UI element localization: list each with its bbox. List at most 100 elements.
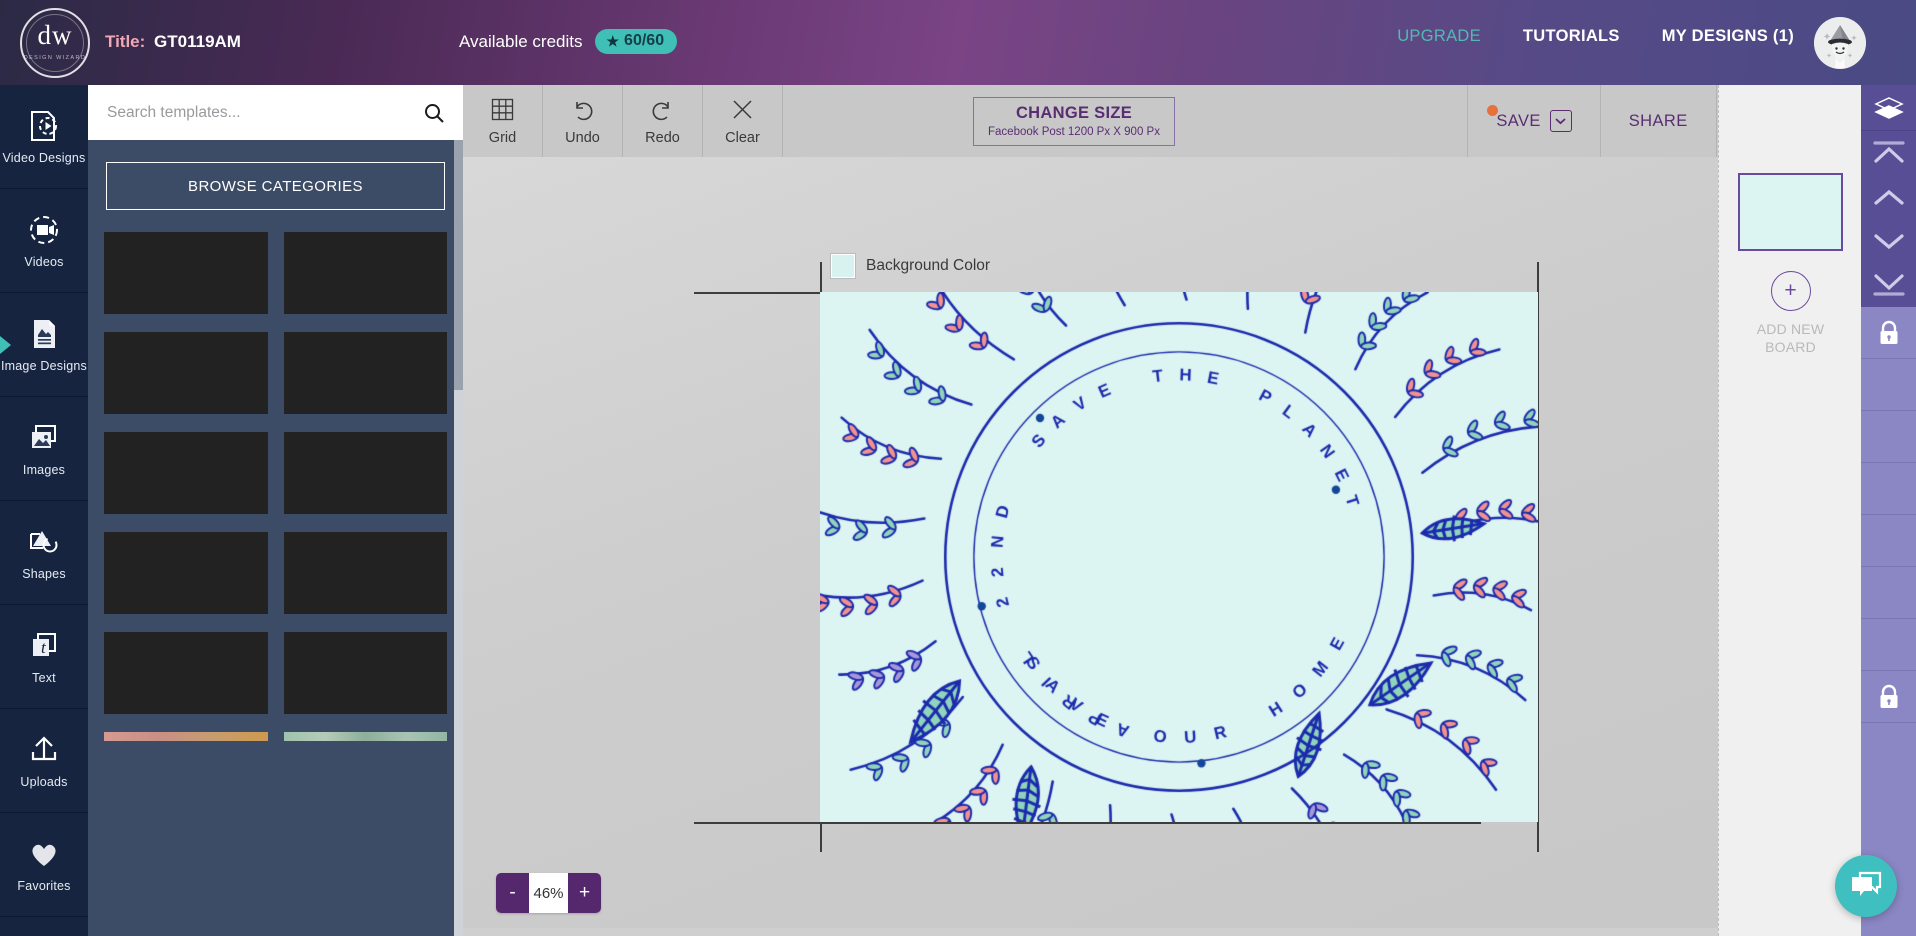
- logo-subtext: DESIGN WIZARD: [23, 55, 87, 61]
- save-button[interactable]: SAVE: [1467, 85, 1599, 157]
- sidebar-label: Shapes: [22, 567, 66, 581]
- wizard-avatar-icon[interactable]: [1814, 17, 1866, 69]
- template-card-4[interactable]: [283, 332, 447, 414]
- credits-badge[interactable]: ★ 60/60: [595, 29, 678, 54]
- title-value[interactable]: GT0119AM: [154, 32, 241, 51]
- redo-button[interactable]: Redo: [623, 85, 703, 157]
- design-canvas[interactable]: [820, 292, 1538, 822]
- right-rail-slot-4[interactable]: [1861, 515, 1916, 567]
- sidebar-item-shapes[interactable]: Shapes: [0, 501, 88, 605]
- chevron-down-icon[interactable]: [1549, 110, 1572, 132]
- template-card-7[interactable]: [104, 532, 268, 614]
- sidebar-item-image-designs[interactable]: Image Designs: [0, 293, 88, 397]
- layer-order-group: [1861, 85, 1916, 307]
- text-icon: t: [26, 628, 62, 664]
- title-label: Title:: [105, 32, 146, 51]
- canvas-toolbar: Grid Undo Redo Clear CHANGE SIZE Faceboo…: [463, 85, 1873, 157]
- star-icon: ★: [606, 32, 620, 49]
- undo-icon: [570, 97, 595, 127]
- sidebar-label: Image Designs: [1, 359, 87, 373]
- right-rail-slot-1[interactable]: [1861, 359, 1916, 411]
- background-color-control[interactable]: Background Color: [831, 254, 990, 278]
- sidebar-label: Text: [32, 671, 56, 685]
- clear-button[interactable]: Clear: [703, 85, 783, 157]
- template-card-9[interactable]: [104, 632, 268, 714]
- board-thumbnail-1[interactable]: [1738, 173, 1843, 251]
- nav-my-designs[interactable]: MY DESIGNS (1): [1662, 27, 1794, 46]
- move-down-icon[interactable]: [1861, 219, 1916, 263]
- search-icon[interactable]: [423, 102, 445, 124]
- zoom-out-button[interactable]: -: [496, 873, 529, 913]
- sidebar-label: Favorites: [17, 879, 71, 893]
- right-rail-slot-5[interactable]: [1861, 567, 1916, 619]
- nav-upgrade[interactable]: UPGRADE: [1397, 27, 1481, 46]
- right-rail-slot-3[interactable]: [1861, 463, 1916, 515]
- background-color-swatch[interactable]: [831, 254, 855, 278]
- move-up-icon[interactable]: [1861, 175, 1916, 219]
- send-to-back-icon[interactable]: [1861, 263, 1916, 307]
- redo-icon: [650, 97, 675, 127]
- browse-categories-label: BROWSE CATEGORIES: [188, 177, 363, 195]
- canvas-stage[interactable]: Background Color - 46% +: [463, 157, 1873, 936]
- credits-block: Available credits ★ 60/60: [459, 29, 678, 54]
- uploads-icon: [26, 732, 62, 768]
- layers-icon[interactable]: [1861, 85, 1916, 131]
- lock-icon-1[interactable]: [1861, 307, 1916, 359]
- right-rail-slot-6[interactable]: [1861, 619, 1916, 671]
- sidebar-label: Images: [22, 463, 66, 477]
- lock-icon-2[interactable]: [1861, 671, 1916, 723]
- template-strip-1[interactable]: [104, 732, 268, 741]
- scrollbar-thumb[interactable]: [454, 140, 463, 390]
- template-card-3[interactable]: [104, 332, 268, 414]
- template-card-8[interactable]: [283, 532, 447, 614]
- template-panel-scrollbar[interactable]: [454, 140, 463, 936]
- video-designs-icon: [26, 108, 62, 144]
- template-card-10[interactable]: [283, 632, 447, 714]
- template-card-6[interactable]: [283, 432, 447, 514]
- change-size-title: CHANGE SIZE: [1015, 103, 1133, 122]
- template-panel: BROWSE CATEGORIES: [88, 85, 463, 936]
- stage-horizontal-scrollbar[interactable]: [463, 928, 1718, 936]
- add-new-board-label-2: BOARD: [1765, 339, 1816, 355]
- plus-icon: +: [1770, 271, 1811, 311]
- undo-label: Undo: [565, 129, 600, 146]
- sidebar-item-uploads[interactable]: Uploads: [0, 709, 88, 813]
- template-card-1[interactable]: [104, 232, 268, 314]
- selection-guide-bottom: [694, 822, 1481, 824]
- left-sidebar: Video Designs Videos Image Designs Image…: [0, 85, 88, 936]
- sidebar-item-favorites[interactable]: Favorites: [0, 813, 88, 917]
- sidebar-label: Uploads: [20, 775, 68, 789]
- add-new-board-button[interactable]: + ADD NEW BOARD: [1719, 271, 1862, 356]
- share-button[interactable]: SHARE: [1599, 85, 1716, 157]
- template-grid: [104, 232, 447, 741]
- template-card-5[interactable]: [104, 432, 268, 514]
- sidebar-item-text[interactable]: t Text: [0, 605, 88, 709]
- dw-logo-icon[interactable]: dw DESIGN WIZARD: [12, 6, 102, 80]
- redo-label: Redo: [645, 129, 680, 146]
- logo-text: dw: [37, 20, 73, 50]
- close-x-icon: [730, 97, 755, 127]
- boards-panel: + ADD NEW BOARD: [1718, 85, 1861, 936]
- template-strip-2[interactable]: [283, 732, 447, 741]
- right-sidebar: [1861, 85, 1916, 936]
- sidebar-item-video-designs[interactable]: Video Designs: [0, 85, 88, 189]
- template-card-2[interactable]: [283, 232, 447, 314]
- app-header: dw DESIGN WIZARD Title: GT0119AM Availab…: [0, 0, 1916, 85]
- shapes-icon: [26, 524, 62, 560]
- bring-to-front-icon[interactable]: [1861, 131, 1916, 175]
- nav-tutorials[interactable]: TUTORIALS: [1523, 27, 1620, 46]
- header-nav: UPGRADE TUTORIALS MY DESIGNS (1): [1397, 27, 1794, 46]
- sidebar-item-videos[interactable]: Videos: [0, 189, 88, 293]
- undo-button[interactable]: Undo: [543, 85, 623, 157]
- change-size-button[interactable]: CHANGE SIZE Facebook Post 1200 Px X 900 …: [973, 96, 1175, 146]
- grid-button[interactable]: Grid: [463, 85, 543, 157]
- clear-label: Clear: [725, 129, 760, 146]
- sidebar-item-images[interactable]: Images: [0, 397, 88, 501]
- zoom-value: 46%: [533, 884, 564, 902]
- browse-categories-button[interactable]: BROWSE CATEGORIES: [106, 162, 445, 210]
- chat-bubble-icon[interactable]: [1835, 855, 1897, 917]
- zoom-in-button[interactable]: +: [568, 873, 601, 913]
- right-rail-slot-2[interactable]: [1861, 411, 1916, 463]
- sidebar-label: Videos: [24, 255, 64, 269]
- search-input[interactable]: [107, 103, 423, 122]
